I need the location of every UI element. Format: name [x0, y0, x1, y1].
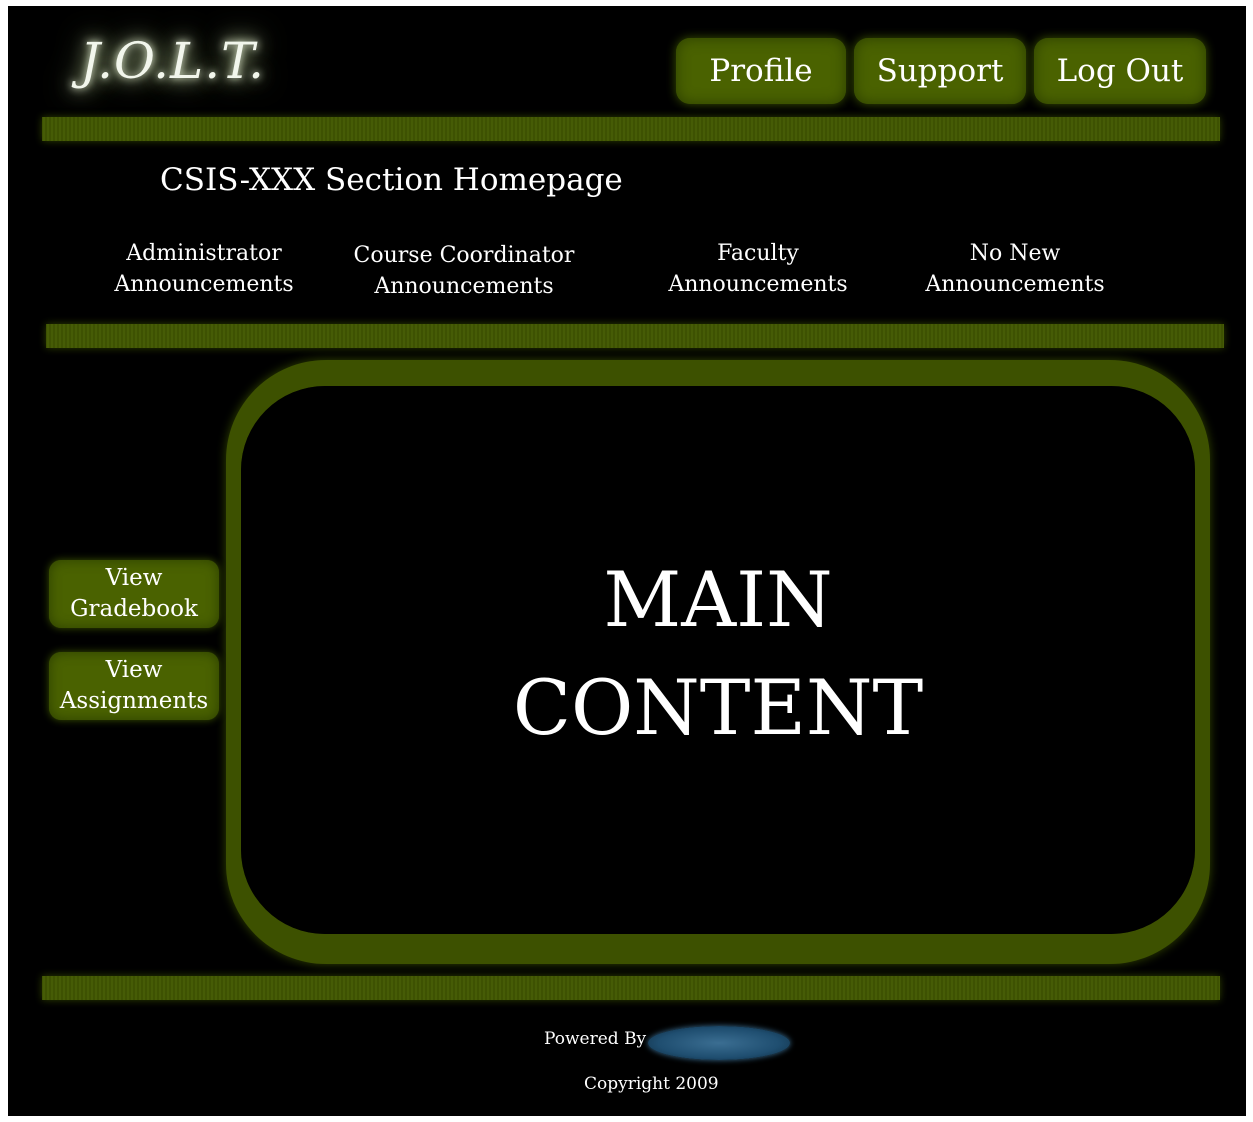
support-button[interactable]: Support [854, 38, 1026, 104]
announcement-faculty[interactable]: Faculty Announcements [658, 238, 858, 300]
jolt-logo[interactable]: J.O.L.T. [80, 32, 265, 90]
button-label-line2: Assignments [59, 688, 209, 714]
main-content-line2: CONTENT [512, 663, 924, 752]
profile-button[interactable]: Profile [676, 38, 846, 104]
announcement-label-line2: Announcements [668, 272, 848, 297]
announcement-label-line2: Announcements [925, 272, 1105, 297]
main-content-placeholder: MAIN CONTENT [241, 546, 1195, 762]
powered-by-label: Powered By [544, 1029, 647, 1049]
announcement-no-new[interactable]: No New Announcements [914, 238, 1116, 300]
view-assignments-button[interactable]: View Assignments [49, 652, 219, 720]
button-label-line1: View [105, 657, 163, 683]
announcement-label-line1: Faculty [717, 241, 799, 266]
copyright-text: Copyright 2009 [584, 1074, 719, 1094]
button-label-line1: View [105, 565, 163, 591]
footer-divider [42, 976, 1220, 1000]
announcement-administrator[interactable]: Administrator Announcements [104, 238, 304, 300]
announcements-divider [46, 324, 1224, 348]
main-content-line1: MAIN [603, 555, 833, 644]
view-gradebook-button[interactable]: View Gradebook [49, 560, 219, 628]
announcement-course-coordinator[interactable]: Course Coordinator Announcements [340, 240, 588, 302]
announcement-label-line1: Course Coordinator [353, 243, 575, 268]
header-divider [42, 117, 1220, 141]
logout-button[interactable]: Log Out [1034, 38, 1206, 104]
page-frame: J.O.L.T. Profile Support Log Out CSIS-XX… [8, 6, 1246, 1116]
partner-logo[interactable] [648, 1026, 790, 1060]
announcement-label-line2: Announcements [374, 274, 554, 299]
page-title: CSIS-XXX Section Homepage [160, 162, 623, 198]
announcement-label-line1: Administrator [126, 241, 282, 266]
button-label-line2: Gradebook [70, 596, 198, 622]
announcement-label-line2: Announcements [114, 272, 294, 297]
announcement-label-line1: No New [969, 241, 1061, 266]
